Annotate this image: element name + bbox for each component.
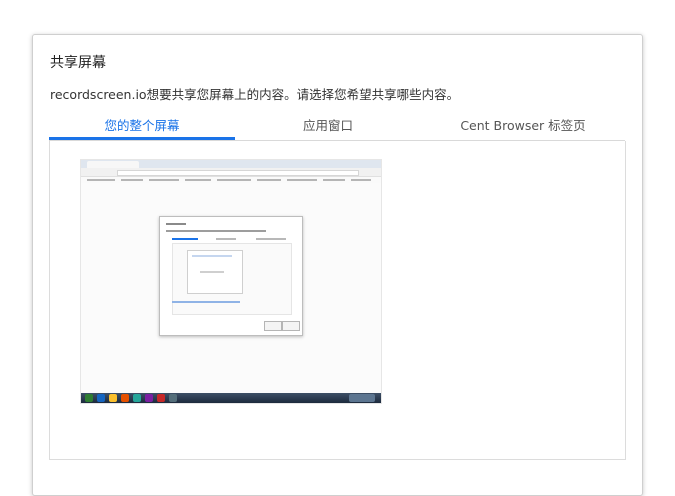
- screen-selection-panel: [49, 141, 626, 460]
- tab-application-window[interactable]: 应用窗口: [235, 115, 421, 140]
- thumbnail-bookmarks-bar: [81, 177, 381, 183]
- thumbnail-tabbar: [81, 160, 381, 168]
- tab-browser-tab[interactable]: Cent Browser 标签页: [421, 115, 625, 140]
- tab-entire-screen[interactable]: 您的整个屏幕: [49, 115, 235, 140]
- thumbnail-url-field: [117, 170, 359, 176]
- thumbnail-taskbar: [81, 393, 381, 403]
- thumbnail-share-button: [264, 321, 282, 331]
- dialog-title: 共享屏幕: [50, 55, 106, 71]
- tab-bar: 您的整个屏幕 应用窗口 Cent Browser 标签页: [49, 115, 625, 140]
- thumbnail-share-dialog: [159, 216, 303, 336]
- share-screen-dialog: 共享屏幕 recordscreen.io想要共享您屏幕上的内容。请选择您希望共享…: [32, 34, 643, 496]
- dialog-description: recordscreen.io想要共享您屏幕上的内容。请选择您希望共享哪些内容。: [50, 87, 460, 102]
- entire-screen-thumbnail[interactable]: [80, 159, 382, 404]
- thumbnail-cancel-button: [282, 321, 300, 331]
